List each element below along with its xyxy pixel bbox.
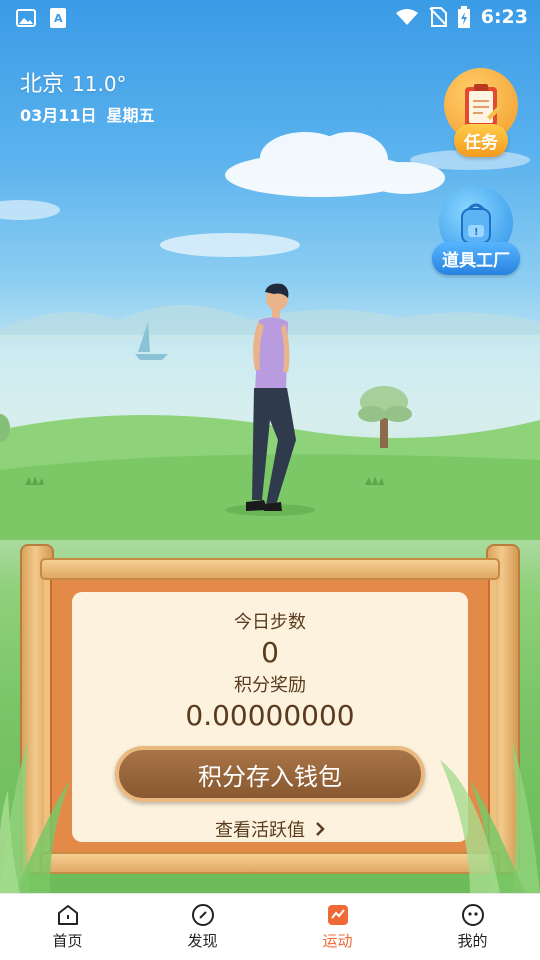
- tab-home[interactable]: 首页: [0, 894, 135, 960]
- tasks-button[interactable]: 任务: [444, 68, 518, 157]
- tab-discover[interactable]: 发现: [135, 894, 270, 960]
- tab-home-label: 首页: [52, 932, 83, 950]
- tab-sport[interactable]: 运动: [270, 894, 405, 960]
- tab-sport-label: 运动: [322, 932, 353, 950]
- steps-panel: 今日步数 0 积分奖励 0.00000000 积分存入钱包 查看活跃值: [72, 592, 468, 842]
- tool-factory-label: 道具工厂: [432, 242, 520, 275]
- city-weather: 北京 11.0°: [20, 66, 127, 98]
- steps-value: 0: [261, 636, 279, 669]
- date-text: 03月11日: [20, 106, 97, 125]
- temperature: 11.0°: [72, 72, 127, 96]
- tab-profile-label: 我的: [457, 932, 488, 950]
- board-beam-bottom: [40, 852, 500, 874]
- status-bar: A 6:23: [0, 0, 540, 40]
- svg-text:!: !: [474, 227, 479, 238]
- clock-time: 6:23: [480, 6, 528, 28]
- home-icon: [57, 905, 78, 925]
- tool-factory-button[interactable]: ! 道具工厂: [432, 186, 520, 275]
- city-name: 北京: [20, 72, 65, 97]
- activity-icon: [327, 905, 348, 925]
- view-activity-label: 查看活跃值: [215, 820, 305, 841]
- image-icon: [16, 9, 36, 27]
- view-activity-link[interactable]: 查看活跃值: [215, 816, 325, 842]
- compass-icon: [191, 904, 214, 926]
- no-sim-icon: [429, 7, 447, 27]
- profile-icon: [461, 904, 484, 926]
- font-app-icon: A: [50, 8, 66, 28]
- steps-board: 今日步数 0 积分奖励 0.00000000 积分存入钱包 查看活跃值: [20, 544, 520, 878]
- chevron-right-icon: [316, 822, 325, 836]
- weekday-text: 星期五: [106, 106, 155, 125]
- background-scene: A 6:23 北京 11.0° 03月11日 星期五 任务 ! 道具工厂 今日步…: [0, 0, 540, 893]
- tab-profile[interactable]: 我的: [405, 894, 540, 960]
- board-beam-top: [40, 558, 500, 580]
- steps-label: 今日步数: [234, 612, 306, 633]
- points-value: 0.00000000: [185, 699, 355, 732]
- date-line: 03月11日 星期五: [20, 102, 155, 126]
- svg-text:A: A: [54, 12, 63, 25]
- points-label: 积分奖励: [234, 675, 306, 696]
- battery-charging-icon: [457, 6, 470, 28]
- bottom-tab-bar: 首页 发现 运动 我的: [0, 893, 540, 960]
- wifi-icon: [395, 9, 418, 25]
- tab-discover-label: 发现: [187, 932, 218, 950]
- tasks-label: 任务: [454, 124, 508, 157]
- deposit-points-button[interactable]: 积分存入钱包: [115, 746, 425, 802]
